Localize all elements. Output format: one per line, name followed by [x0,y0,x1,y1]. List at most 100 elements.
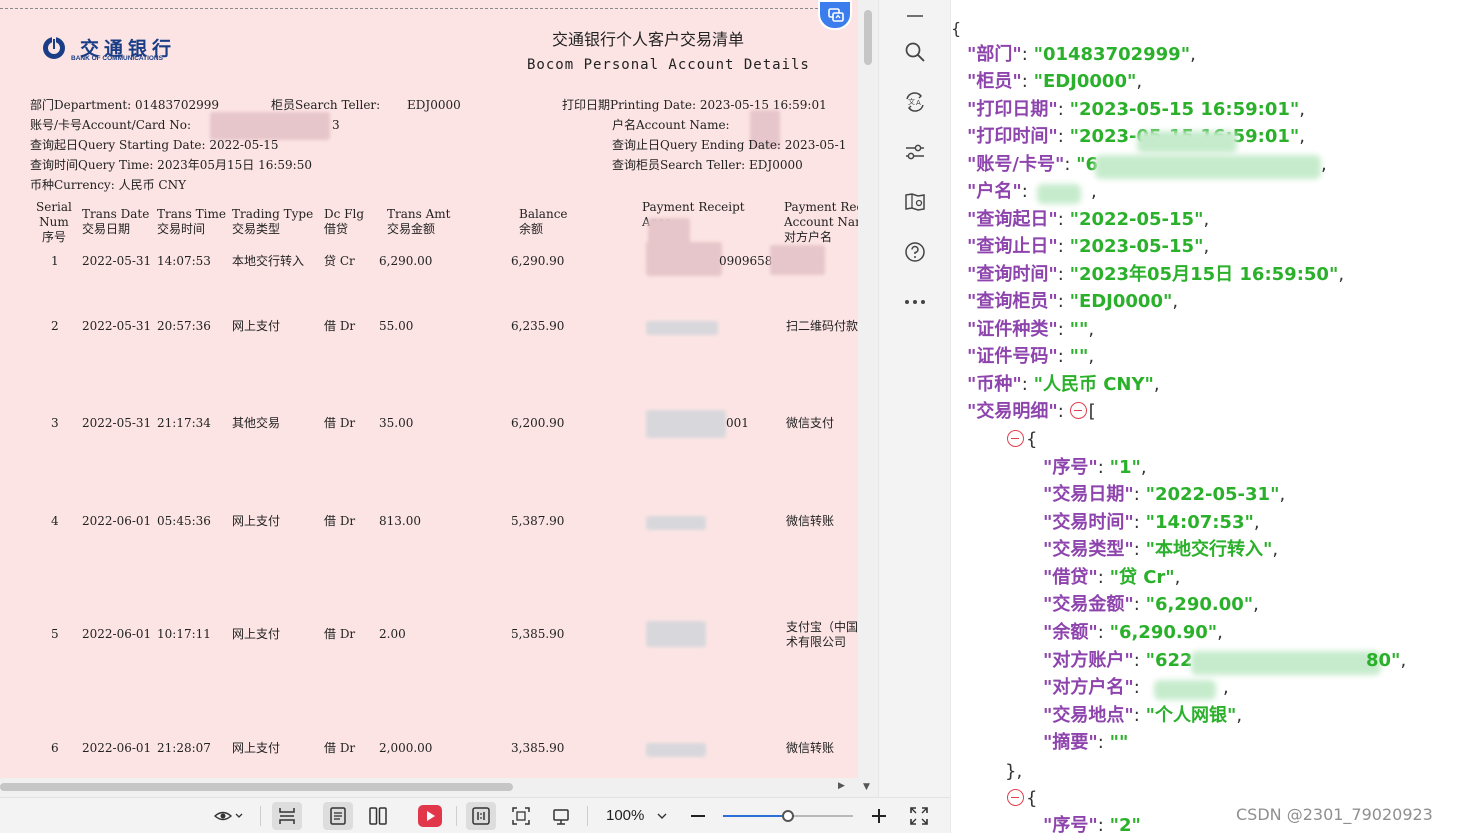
col-header-dc-en: Dc Flg [324,207,365,221]
json-key: "证件号码" [967,346,1058,367]
scroll-down-arrow-icon[interactable]: ▼ [863,782,870,792]
info-account-name: 户名Account Name: [612,118,730,132]
json-value: "" [1069,319,1089,340]
more-button[interactable] [901,288,929,316]
help-button[interactable] [901,238,929,266]
cell-date: 2022-05-31 [82,254,152,268]
json-line: "余额": "6,290.90", [1043,622,1223,643]
slideshow-button[interactable] [415,802,445,830]
cell-date: 2022-06-01 [82,514,152,528]
minimize-button[interactable] [901,0,929,28]
json-open-brace: { [951,19,962,38]
cell-balance: 3,385.90 [511,741,565,755]
json-line: "打印时间": "2023-05-15 16:59:01", [967,126,1305,147]
col-header-serial-en2: Num [39,215,69,229]
json-key: "查询时间" [967,264,1058,285]
cell-serial: 5 [51,627,59,641]
col-header-amount-cn: 交易金额 [387,222,436,236]
json-key: "证件种类" [967,319,1058,340]
cell-type: 其他交易 [232,416,281,430]
scroll-right-arrow-icon[interactable]: ▶ [838,781,845,791]
collapse-toggle-icon[interactable] [1007,430,1024,447]
single-page-button[interactable] [323,802,353,830]
json-line: "序号": "1", [1043,457,1147,478]
json-array-open: [ [1088,401,1096,422]
info-account-tail: 3 [332,118,340,132]
actual-size-icon [472,807,490,825]
zoom-in-button[interactable] [864,802,894,830]
json-line: "摘要": "" [1043,732,1129,753]
cell-time: 14:07:53 [157,254,211,268]
json-key: "借贷" [1043,567,1098,588]
translate-float-button[interactable] [818,0,852,30]
col-header-time: Trans Time 交易时间 [157,207,226,237]
cell-amount: 35.00 [379,416,414,430]
info-account-no: 账号/卡号Account/Card No: [30,118,192,132]
json-line: "证件种类": "", [967,319,1095,340]
cell-date: 2022-05-31 [82,416,152,430]
json-line: "查询时间": "2023年05月15日 16:59:50", [967,264,1345,285]
read-aloud-button[interactable] [901,188,929,216]
translate-button[interactable]: 文 A [901,88,929,116]
redacted-name [770,245,825,275]
cell-dc: 借 Dr [324,416,356,430]
translate-icon: 文 A [906,92,924,112]
json-line: "交易类型": "本地交行转入", [1043,539,1279,560]
json-line: "借贷": "贷 Cr", [1043,567,1181,588]
cell-time: 10:17:11 [157,627,211,641]
fit-page-button[interactable] [506,802,536,830]
actual-size-button[interactable] [466,802,496,830]
view-mode-button[interactable] [208,802,248,830]
cell-amount: 813.00 [379,514,421,528]
json-line: "查询柜员": "EDJ0000", [967,291,1179,312]
rotate-button[interactable] [546,802,576,830]
bocom-logo-icon [43,37,65,59]
json-key: "序号" [1043,815,1098,833]
cell-dc: 借 Dr [324,319,356,333]
vertical-scrollbar[interactable]: ▼ [858,0,878,797]
json-viewer-panel[interactable]: { "部门": "01483702999", "柜员": "EDJ0000", … [950,0,1464,833]
collapse-toggle-icon[interactable] [1069,402,1087,419]
fit-width-button[interactable] [272,802,302,830]
zoom-dropdown-button[interactable] [650,802,674,830]
redacted-account-no [1095,155,1321,179]
redacted-counterparty-name [1154,680,1216,700]
json-value: "2023-05-15" [1069,236,1204,257]
two-page-button[interactable] [363,802,393,830]
fullscreen-button[interactable] [904,802,934,830]
cell-balance: 5,387.90 [511,514,565,528]
zoom-slider[interactable] [723,810,853,822]
redacted-account-name [1037,184,1081,204]
bank-name-en: BANK OF COMMUNICATIONS [71,55,163,62]
zoom-level-display[interactable]: 100% [606,807,644,824]
collapse-toggle-icon[interactable] [1007,789,1024,806]
json-line: "对方账户": "622 [1043,650,1193,671]
cell-balance: 5,385.90 [511,627,565,641]
json-line: "交易金额": "6,290.00", [1043,594,1259,615]
vertical-scroll-thumb[interactable] [864,10,872,65]
zoom-out-button[interactable] [683,802,713,830]
fullscreen-icon [910,807,928,825]
cell-type: 本地交行转入 [232,254,305,268]
info-query-time: 查询时间Query Time: 2023年05月15日 16:59:50 [30,158,312,172]
col-header-dc-cn: 借贷 [324,222,349,236]
cell-time: 21:17:34 [157,416,211,430]
search-button[interactable] [901,38,929,66]
col-header-type-cn: 交易类型 [232,222,281,236]
horizontal-scroll-thumb[interactable] [0,783,513,791]
json-key: "序号" [1043,457,1098,478]
redacted-account [646,621,706,647]
json-key: "币种" [967,374,1022,395]
adjust-button[interactable] [901,138,929,166]
svg-text:文: 文 [908,97,915,106]
col-header-serial-cn: 序号 [41,230,66,244]
eye-icon [213,811,243,821]
json-object-close: }, [1005,761,1023,782]
json-key: "查询止日" [967,236,1058,257]
horizontal-scrollbar[interactable]: ▶ [0,778,858,797]
zoom-slider-knob[interactable] [782,810,794,822]
cell-amount: 2.00 [379,627,406,641]
json-value: "6,290.90" [1109,622,1218,643]
pdf-viewer[interactable]: 交通银行 BANK OF COMMUNICATIONS 交通银行个人客户交易清单… [0,0,878,797]
help-icon [905,242,925,262]
